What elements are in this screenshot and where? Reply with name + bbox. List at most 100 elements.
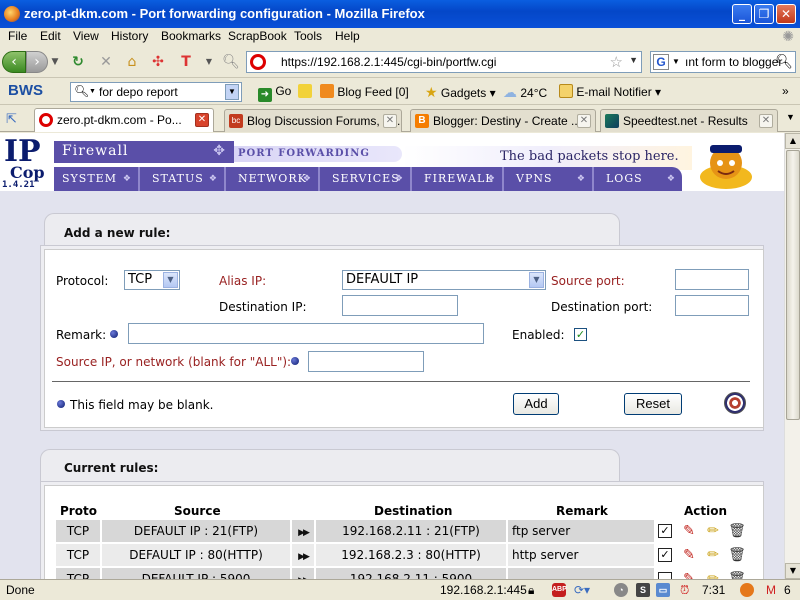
- close-tab-icon[interactable]: ✕: [383, 114, 397, 128]
- col-destination: Destination: [374, 504, 453, 518]
- cell-proto: TCP: [56, 544, 100, 566]
- source-port-label: Source port:: [551, 274, 625, 288]
- engine-dropdown-icon[interactable]: ▼: [672, 57, 680, 66]
- edit-pencil-icon[interactable]: ✏: [704, 522, 722, 540]
- skype-icon[interactable]: S: [636, 583, 650, 597]
- close-tab-icon[interactable]: ✕: [577, 114, 591, 128]
- weather-button[interactable]: ☁ 24°C: [503, 84, 547, 101]
- menu-tools[interactable]: Tools: [294, 29, 322, 43]
- scroll-thumb[interactable]: [786, 150, 800, 420]
- enabled-check-icon[interactable]: ✓: [658, 548, 672, 562]
- help-lifebuoy-icon[interactable]: [724, 392, 746, 414]
- destination-ip-input[interactable]: [342, 295, 458, 316]
- alias-ip-select[interactable]: DEFAULT IP ▼: [342, 270, 546, 290]
- vertical-scrollbar[interactable]: ▲ ▼: [784, 133, 800, 579]
- enabled-check-icon[interactable]: ✓: [658, 524, 672, 538]
- maximize-button[interactable]: ❐: [754, 4, 774, 24]
- alarm-clock-icon[interactable]: ⏰︎: [680, 583, 689, 598]
- scroll-up-icon[interactable]: ▲: [785, 133, 800, 149]
- lock-icon[interactable]: 🔒︎: [528, 583, 534, 598]
- tab-portfw[interactable]: zero.pt-dkm.com - Po... ✕: [34, 108, 214, 132]
- source-port-input[interactable]: [675, 269, 749, 290]
- toolbar-search-dropdown-icon[interactable]: ▼: [89, 88, 96, 95]
- cell-source: DEFAULT IP : 80(HTTP): [102, 544, 290, 566]
- menu-file[interactable]: File: [8, 29, 27, 43]
- tab-blog-forums[interactable]: bc Blog Discussion Forums, Bl... ✕: [224, 109, 402, 132]
- forward-button[interactable]: ›: [26, 51, 48, 73]
- nav-status[interactable]: Status ❖: [144, 167, 226, 191]
- menu-help[interactable]: Help: [335, 29, 360, 43]
- destination-port-input[interactable]: [675, 295, 749, 316]
- go-button[interactable]: ➜ Go: [258, 84, 291, 102]
- text-tool-icon[interactable]: T: [176, 52, 196, 72]
- reset-button[interactable]: Reset: [624, 393, 682, 415]
- tab-icon[interactable]: ▭: [656, 583, 670, 597]
- firefox-status-icon[interactable]: [740, 583, 754, 597]
- scroll-down-icon[interactable]: ▼: [785, 563, 800, 579]
- menu-history[interactable]: History: [111, 29, 148, 43]
- close-tab-icon[interactable]: ✕: [759, 114, 773, 128]
- trash-icon[interactable]: 🗑︎: [728, 546, 746, 564]
- source-ip-input[interactable]: [308, 351, 424, 372]
- nav-services[interactable]: Services ❖: [324, 167, 412, 191]
- url-dropdown-icon[interactable]: ▼: [629, 55, 638, 65]
- nav-network[interactable]: Network ❖: [230, 167, 320, 191]
- search-icon[interactable]: 🔍︎: [775, 53, 793, 70]
- trash-icon[interactable]: 🗑︎: [728, 522, 746, 540]
- enabled-checkbox[interactable]: ✓: [574, 328, 587, 341]
- bookmark-star-icon[interactable]: ☆: [610, 53, 623, 71]
- enabled-check-icon[interactable]: [658, 572, 672, 579]
- menu-bookmarks[interactable]: Bookmarks: [161, 29, 221, 43]
- nav-system[interactable]: System ❖: [54, 167, 140, 191]
- destination-port-label: Destination port:: [551, 300, 653, 314]
- edit-pencil-icon[interactable]: ✏: [704, 546, 722, 564]
- add-alias-icon[interactable]: ✎: [680, 546, 698, 564]
- add-alias-icon[interactable]: ✎: [680, 570, 698, 579]
- tab-bar: ⇱ zero.pt-dkm.com - Po... ✕ bc Blog Disc…: [0, 106, 800, 132]
- minimize-button[interactable]: _: [732, 4, 752, 24]
- nav-firewall[interactable]: Firewall ❖: [416, 167, 504, 191]
- address-bar[interactable]: https://192.168.2.1:445/cgi-bin/portfw.c…: [246, 51, 642, 73]
- toolbar-search-input[interactable]: 🔍︎ ▼ for depo report ▼: [70, 82, 242, 102]
- toolbar-overflow-icon[interactable]: »: [782, 84, 789, 98]
- tab-speedtest[interactable]: Speedtest.net - Results ✕: [600, 109, 778, 132]
- blog-feed-button[interactable]: Blog Feed [0]: [320, 84, 409, 99]
- zoom-icon[interactable]: 🔍︎: [222, 52, 240, 72]
- nav-vpns[interactable]: VPNs ❖: [508, 167, 594, 191]
- toolbar-search-history-icon[interactable]: ▼: [225, 84, 239, 100]
- close-window-button[interactable]: ✕: [776, 4, 796, 24]
- add-button[interactable]: Add: [513, 393, 559, 415]
- bws-logo[interactable]: BWS: [8, 82, 43, 99]
- clock-app-icon[interactable]: ◔: [614, 583, 628, 597]
- menu-edit[interactable]: Edit: [40, 29, 61, 43]
- close-tab-icon[interactable]: ✕: [195, 113, 209, 127]
- tab-list-icon[interactable]: ⇱: [6, 111, 17, 127]
- gmail-icon[interactable]: M: [766, 583, 776, 597]
- add-alias-icon[interactable]: ✎: [680, 522, 698, 540]
- back-button[interactable]: ‹: [2, 51, 26, 73]
- history-dropdown-icon[interactable]: ▼: [50, 52, 60, 72]
- sync-icon[interactable]: ⟳▾: [574, 583, 590, 597]
- menu-scrapbook[interactable]: ScrapBook: [228, 29, 287, 43]
- scrapbook-capture-icon[interactable]: ✣: [148, 52, 168, 72]
- trash-icon[interactable]: 🗑︎: [728, 570, 746, 579]
- protocol-select[interactable]: TCP ▼: [124, 270, 180, 290]
- home-icon[interactable]: ⌂: [122, 52, 142, 72]
- search-input[interactable]: G ▼ ınt form to blogger 🔍︎: [650, 51, 796, 73]
- tab-blogger[interactable]: B Blogger: Destiny - Create ... ✕: [410, 109, 596, 132]
- email-notifier-button[interactable]: E-mail Notifier ▾: [559, 84, 661, 99]
- adblock-icon[interactable]: ABP: [552, 583, 567, 597]
- google-icon[interactable]: G: [653, 54, 669, 70]
- gadgets-button[interactable]: ★ Gadgets ▾: [425, 84, 496, 101]
- nav-logs[interactable]: Logs ❖: [598, 167, 682, 191]
- menu-view[interactable]: View: [73, 29, 99, 43]
- all-tabs-dropdown-icon[interactable]: ▼: [786, 112, 795, 122]
- tool-dropdown-icon[interactable]: ▼: [204, 52, 214, 72]
- blogger-favicon-icon: B: [415, 114, 429, 128]
- stop-icon[interactable]: ✕: [96, 52, 116, 72]
- highlighter-button[interactable]: [298, 84, 312, 99]
- reload-icon[interactable]: ↻: [68, 52, 88, 72]
- nav-label: Network: [238, 172, 307, 185]
- remark-input[interactable]: [128, 323, 484, 344]
- edit-pencil-icon[interactable]: ✏: [704, 570, 722, 579]
